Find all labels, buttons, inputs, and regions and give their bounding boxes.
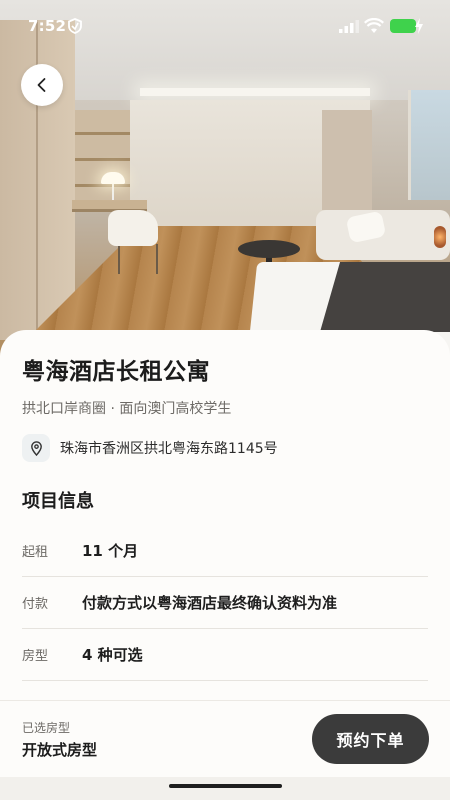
- info-label: 房型: [22, 648, 49, 664]
- back-button[interactable]: [21, 64, 63, 106]
- info-row-payment: 付款 付款方式以粤海酒店最终确认资料为准: [22, 576, 428, 629]
- info-row-lease: 起租 11 个月: [22, 524, 428, 577]
- address-row[interactable]: 珠海市香洲区拱北粤海东路1145号: [22, 433, 278, 463]
- charging-bolt-icon: [415, 18, 423, 34]
- info-label: 起租: [22, 544, 49, 560]
- wifi-icon: [364, 18, 384, 33]
- info-value: 4 种可选: [82, 645, 143, 664]
- hotel-info-card: 粤海酒店长租公寓 拱北口岸商圈 · 面向澳门高校学生 珠海市香洲区拱北粤海东路1…: [0, 330, 450, 700]
- info-label: 付款: [22, 596, 49, 612]
- shield-icon: [68, 18, 82, 34]
- selected-room-value[interactable]: 开放式房型: [22, 739, 97, 760]
- hotel-subtitle: 拱北口岸商圈 · 面向澳门高校学生: [22, 401, 232, 417]
- hotel-name: 粤海酒店长租公寓: [22, 359, 210, 385]
- address-text: 珠海市香洲区拱北粤海东路1145号: [60, 441, 278, 457]
- signal-icon: [339, 20, 359, 33]
- info-row-room-type: 房型 4 种可选: [22, 628, 428, 681]
- location-pin-icon: [22, 434, 50, 462]
- hotel-room-photo: [0, 0, 450, 360]
- home-indicator[interactable]: [169, 784, 282, 788]
- battery-icon: [390, 19, 416, 33]
- hotel-detail-screen: 7:52 粤海酒店长租公寓 拱北口岸商圈 · 面向澳门高校学生 珠海市香洲区拱北…: [0, 0, 450, 800]
- info-value: 11 个月: [82, 541, 139, 560]
- chevron-left-icon: [37, 78, 46, 92]
- book-order-button[interactable]: 预约下单: [312, 714, 429, 764]
- info-value: 付款方式以粤海酒店最终确认资料为准: [82, 593, 338, 612]
- project-info-title: 项目信息: [22, 491, 94, 512]
- bottom-action-bar: 已选房型 开放式房型 预约下单: [0, 700, 450, 777]
- status-time: 7:52: [28, 17, 67, 35]
- home-indicator-area: [0, 776, 450, 800]
- status-bar: 7:52: [0, 0, 450, 52]
- selected-room-label: 已选房型: [22, 721, 71, 735]
